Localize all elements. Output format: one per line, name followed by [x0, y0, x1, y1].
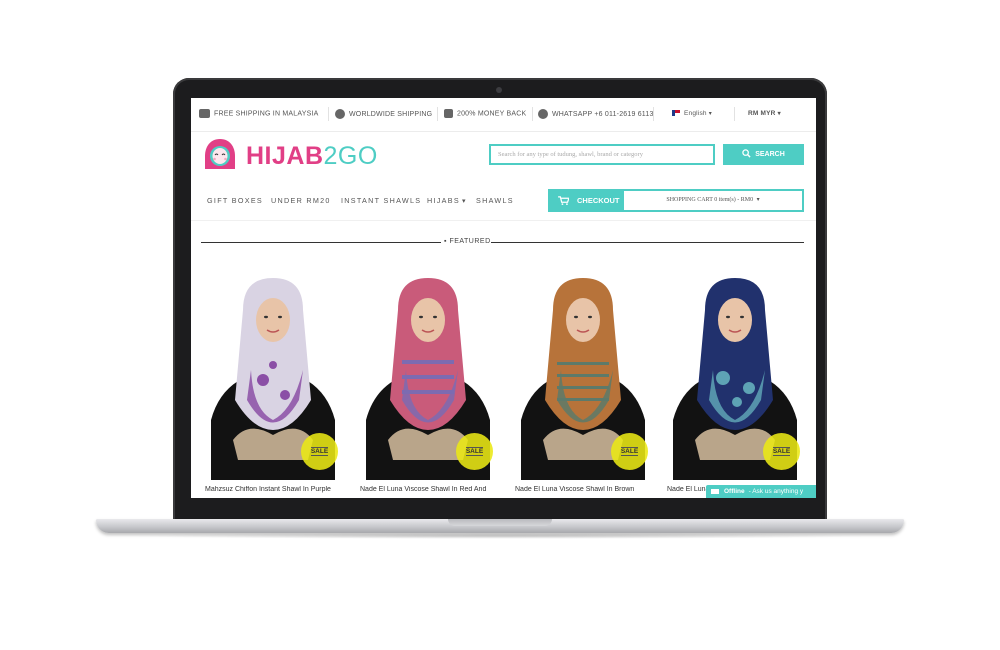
checkout-button[interactable]: CHECKOUT: [548, 189, 624, 212]
featured-heading: ▪ FEATURED: [444, 238, 491, 245]
sale-badge: SALE: [456, 433, 493, 470]
product-card[interactable]: SALE Nade El Luna Viscose Shawl In Red A…: [358, 270, 498, 493]
checkout-label: CHECKOUT: [577, 196, 620, 205]
sale-badge: SALE: [611, 433, 648, 470]
featured-rule-left: [201, 242, 441, 243]
search-button-label: SEARCH: [755, 151, 785, 158]
money-back-info: 200% MONEY BACK: [444, 109, 526, 118]
shopping-cart-summary[interactable]: SHOPPING CART 0 item(s) - RM0 ▾: [624, 189, 804, 212]
chevron-down-icon: ▾: [708, 111, 712, 117]
search-icon: [742, 149, 751, 158]
chevron-down-icon: ▾: [755, 197, 760, 203]
top-info-bar: FREE SHIPPING IN MALAYSIA WORLDWIDE SHIP…: [191, 98, 816, 132]
featured-heading-text: FEATURED: [449, 238, 491, 245]
nav-item-gift-boxes[interactable]: GIFT BOXES: [207, 196, 263, 205]
worldwide-shipping-label: WORLDWIDE SHIPPING: [349, 110, 433, 118]
chevron-down-icon: ▾: [461, 196, 467, 205]
free-shipping-label: FREE SHIPPING IN MALAYSIA: [214, 110, 319, 118]
nav-item-shawls[interactable]: SHAWLS: [476, 196, 514, 205]
chat-status: Offline: [724, 488, 745, 495]
shopping-cart-icon: [558, 196, 570, 205]
cart-summary-label: SHOPPING CART 0 item(s) - RM0: [666, 197, 754, 203]
browser-screen: FREE SHIPPING IN MALAYSIA WORLDWIDE SHIP…: [191, 98, 816, 498]
featured-rule-right: [491, 242, 804, 243]
laptop-base: [96, 519, 904, 533]
product-image[interactable]: SALE: [203, 270, 343, 480]
uk-flag-icon: [672, 110, 680, 117]
worldwide-shipping-info: WORLDWIDE SHIPPING: [335, 109, 432, 119]
sale-badge: SALE: [301, 433, 338, 470]
topbar-divider: [437, 107, 438, 121]
product-image[interactable]: SALE: [665, 270, 805, 480]
product-image[interactable]: SALE: [358, 270, 498, 480]
search-button[interactable]: SEARCH: [723, 144, 804, 165]
free-shipping-info: FREE SHIPPING IN MALAYSIA: [199, 109, 318, 118]
hijab-girl-logo-icon: [205, 139, 235, 169]
chevron-down-icon: ▾: [777, 111, 781, 117]
nav-item-hijabs-label: HIJABS: [427, 196, 460, 205]
nav-divider: [191, 220, 816, 221]
whatsapp-icon: [538, 109, 548, 119]
language-selector[interactable]: English ▾: [672, 110, 712, 117]
money-bag-icon: [444, 109, 453, 118]
logo-wordmark: HIJAB2GO: [246, 142, 378, 171]
nav-item-hijabs[interactable]: HIJABS ▾: [427, 196, 467, 205]
sale-badge: SALE: [763, 433, 800, 470]
envelope-icon: [711, 488, 719, 494]
chat-message: - Ask us anything y: [748, 488, 804, 495]
logo-text-main: HIJAB: [246, 142, 324, 170]
product-title[interactable]: Mahzsuz Chiffon Instant Shawl In Purple: [205, 486, 345, 493]
product-card[interactable]: SALE Mahzsuz Chiffon Instant Shawl In Pu…: [203, 270, 343, 493]
product-title[interactable]: Nade El Luna Viscose Shawl In Red And: [360, 486, 500, 493]
language-label: English: [684, 110, 707, 117]
camera-dot: [496, 87, 502, 93]
money-back-label: 200% MONEY BACK: [457, 110, 527, 118]
topbar-divider: [734, 107, 735, 121]
globe-icon: [335, 109, 345, 119]
live-chat-tab[interactable]: Offline - Ask us anything y: [706, 485, 816, 498]
logo-text-accent: 2GO: [323, 142, 378, 170]
whatsapp-info[interactable]: WHATSAPP +6 011-2619 6113: [538, 109, 654, 119]
laptop-shadow: [130, 533, 870, 539]
nav-item-instant-shawls[interactable]: INSTANT SHAWLS: [341, 196, 421, 205]
product-card[interactable]: SALE Nade El Luna Viscose Shawl In Brown: [513, 270, 653, 493]
topbar-divider: [328, 107, 329, 121]
product-title[interactable]: Nade El Luna Viscose Shawl In Brown: [515, 486, 655, 493]
currency-label: RM MYR: [748, 110, 776, 117]
product-image[interactable]: SALE: [513, 270, 653, 480]
currency-selector[interactable]: RM MYR ▾: [748, 110, 781, 117]
nav-item-under-rm20[interactable]: UNDER RM20: [271, 196, 331, 205]
search-input[interactable]: Search for any type of tudung, shawl, br…: [489, 144, 715, 165]
product-card[interactable]: SALE Nade El Luna: [665, 270, 805, 493]
laptop-notch: [448, 519, 552, 526]
topbar-divider: [532, 107, 533, 121]
whatsapp-label: WHATSAPP +6 011-2619 6113: [552, 110, 654, 118]
topbar-divider: [653, 107, 654, 121]
truck-icon: [199, 109, 210, 118]
